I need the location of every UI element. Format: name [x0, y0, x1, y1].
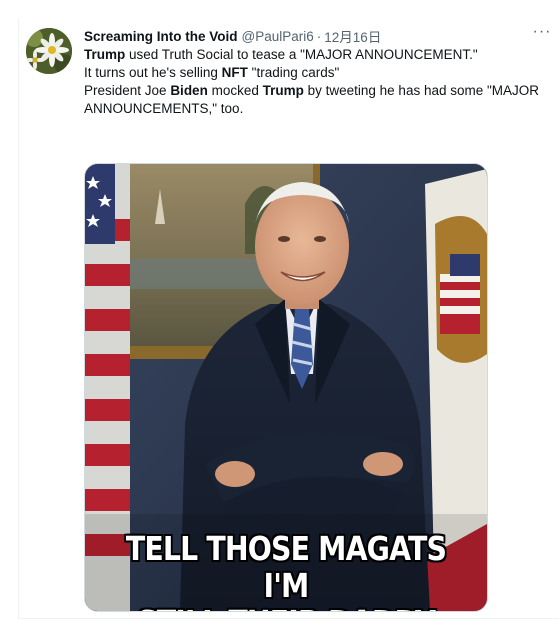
meme-caption-line-1: TELL THOSE MAGATS I'M — [125, 529, 447, 605]
text-run: used Truth Social to tease a "MAJOR ANNO… — [125, 47, 478, 62]
highlighted-keyword[interactable]: NFT — [222, 65, 248, 80]
tweet-date[interactable]: 12月16日 — [324, 26, 381, 46]
author-name[interactable]: Screaming Into the Void — [84, 29, 238, 44]
tweet-paragraph-3: President Joe Biden mocked Trump by twee… — [84, 82, 550, 118]
text-run: President Joe — [84, 83, 171, 98]
avatar-flower-image — [26, 28, 72, 74]
tweet-media-image[interactable]: TELL THOSE MAGATS I'M STILL THEIR DADDY — [84, 163, 488, 612]
meme-caption: TELL THOSE MAGATS I'M STILL THEIR DADDY — [113, 529, 459, 611]
header-separator: · — [316, 28, 322, 44]
tweet-header: Screaming Into the Void @PaulPari6 · 12月… — [84, 26, 550, 46]
tweet-text: Trump used Truth Social to tease a "MAJO… — [84, 46, 550, 118]
tweet-paragraph-2: It turns out he's selling NFT "trading c… — [84, 64, 550, 82]
text-run: mocked — [207, 83, 263, 98]
author-handle[interactable]: @PaulPari6 — [242, 29, 314, 44]
tweet-content: Screaming Into the Void @PaulPari6 · 12月… — [84, 26, 550, 118]
tweet-paragraph-1: Trump used Truth Social to tease a "MAJO… — [84, 46, 550, 64]
avatar[interactable] — [26, 28, 72, 74]
text-run: It turns out he's selling — [84, 65, 222, 80]
text-run: "trading cards" — [247, 65, 340, 80]
highlighted-keyword[interactable]: Biden — [170, 83, 208, 98]
meme-caption-line-2: STILL THEIR DADDY — [113, 604, 459, 611]
more-options-icon[interactable]: ··· — [531, 24, 553, 44]
highlighted-keyword[interactable]: Trump — [84, 47, 125, 62]
highlighted-keyword[interactable]: Trump — [263, 83, 304, 98]
